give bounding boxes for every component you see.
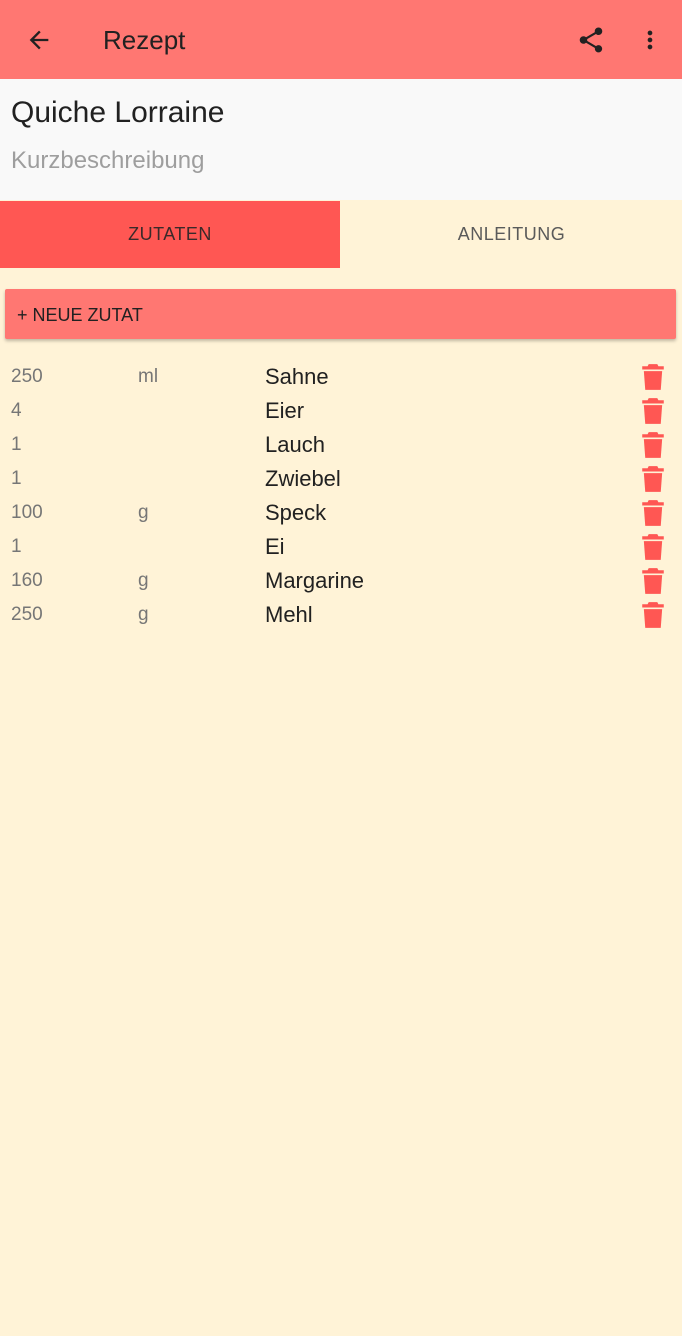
ingredient-name[interactable]: Speck <box>265 496 326 530</box>
delete-ingredient-button[interactable] <box>638 499 668 527</box>
ingredient-name[interactable]: Ei <box>265 530 285 564</box>
ingredient-quantity[interactable]: 1 <box>11 462 22 496</box>
ingredient-name[interactable]: Margarine <box>265 564 364 598</box>
trash-icon <box>642 534 664 560</box>
ingredient-row: 250 g Mehl <box>0 598 682 632</box>
trash-icon <box>642 364 664 390</box>
delete-ingredient-button[interactable] <box>638 363 668 391</box>
delete-ingredient-button[interactable] <box>638 397 668 425</box>
delete-ingredient-button[interactable] <box>638 533 668 561</box>
ingredient-name[interactable]: Sahne <box>265 360 329 394</box>
ingredient-unit[interactable]: g <box>138 598 149 632</box>
ingredient-unit[interactable]: g <box>138 496 149 530</box>
back-button[interactable] <box>18 19 60 61</box>
ingredient-quantity[interactable]: 100 <box>11 496 43 530</box>
ingredient-list: 250 ml Sahne 4 Eier 1 Lauch 1 Zwiebel 10… <box>0 360 682 632</box>
tab-ingredients[interactable]: ZUTATEN <box>0 201 340 268</box>
ingredient-row: 1 Zwiebel <box>0 462 682 496</box>
trash-icon <box>642 466 664 492</box>
delete-ingredient-button[interactable] <box>638 431 668 459</box>
more-vertical-icon <box>647 30 653 50</box>
recipe-title[interactable]: Quiche Lorraine <box>11 95 224 131</box>
ingredient-name[interactable]: Eier <box>265 394 304 428</box>
trash-icon <box>642 602 664 628</box>
ingredient-row: 100 g Speck <box>0 496 682 530</box>
trash-icon <box>642 568 664 594</box>
trash-icon <box>642 398 664 424</box>
ingredient-row: 1 Lauch <box>0 428 682 462</box>
ingredient-row: 250 ml Sahne <box>0 360 682 394</box>
delete-ingredient-button[interactable] <box>638 601 668 629</box>
arrow-left-icon <box>29 30 49 50</box>
share-button[interactable] <box>570 19 612 61</box>
page-title: Rezept <box>103 25 186 55</box>
add-ingredient-button[interactable]: + NEUE ZUTAT <box>5 289 676 339</box>
share-icon <box>579 27 603 53</box>
delete-ingredient-button[interactable] <box>638 567 668 595</box>
ingredient-unit[interactable]: g <box>138 564 149 598</box>
ingredient-quantity[interactable]: 4 <box>11 394 22 428</box>
ingredient-name[interactable]: Mehl <box>265 598 313 632</box>
ingredient-row: 160 g Margarine <box>0 564 682 598</box>
ingredient-unit[interactable]: ml <box>138 360 158 394</box>
ingredient-row: 4 Eier <box>0 394 682 428</box>
ingredient-row: 1 Ei <box>0 530 682 564</box>
ingredient-name[interactable]: Lauch <box>265 428 325 462</box>
tab-instructions[interactable]: ANLEITUNG <box>341 201 682 268</box>
delete-ingredient-button[interactable] <box>638 465 668 493</box>
app-bar: Rezept <box>0 0 682 79</box>
ingredient-quantity[interactable]: 1 <box>11 530 22 564</box>
more-options-button[interactable] <box>630 19 670 61</box>
trash-icon <box>642 500 664 526</box>
ingredient-quantity[interactable]: 250 <box>11 598 43 632</box>
short-description-field[interactable]: Kurzbeschreibung <box>11 146 204 176</box>
ingredient-name[interactable]: Zwiebel <box>265 462 341 496</box>
ingredient-quantity[interactable]: 250 <box>11 360 43 394</box>
ingredient-quantity[interactable]: 1 <box>11 428 22 462</box>
trash-icon <box>642 432 664 458</box>
ingredient-quantity[interactable]: 160 <box>11 564 43 598</box>
